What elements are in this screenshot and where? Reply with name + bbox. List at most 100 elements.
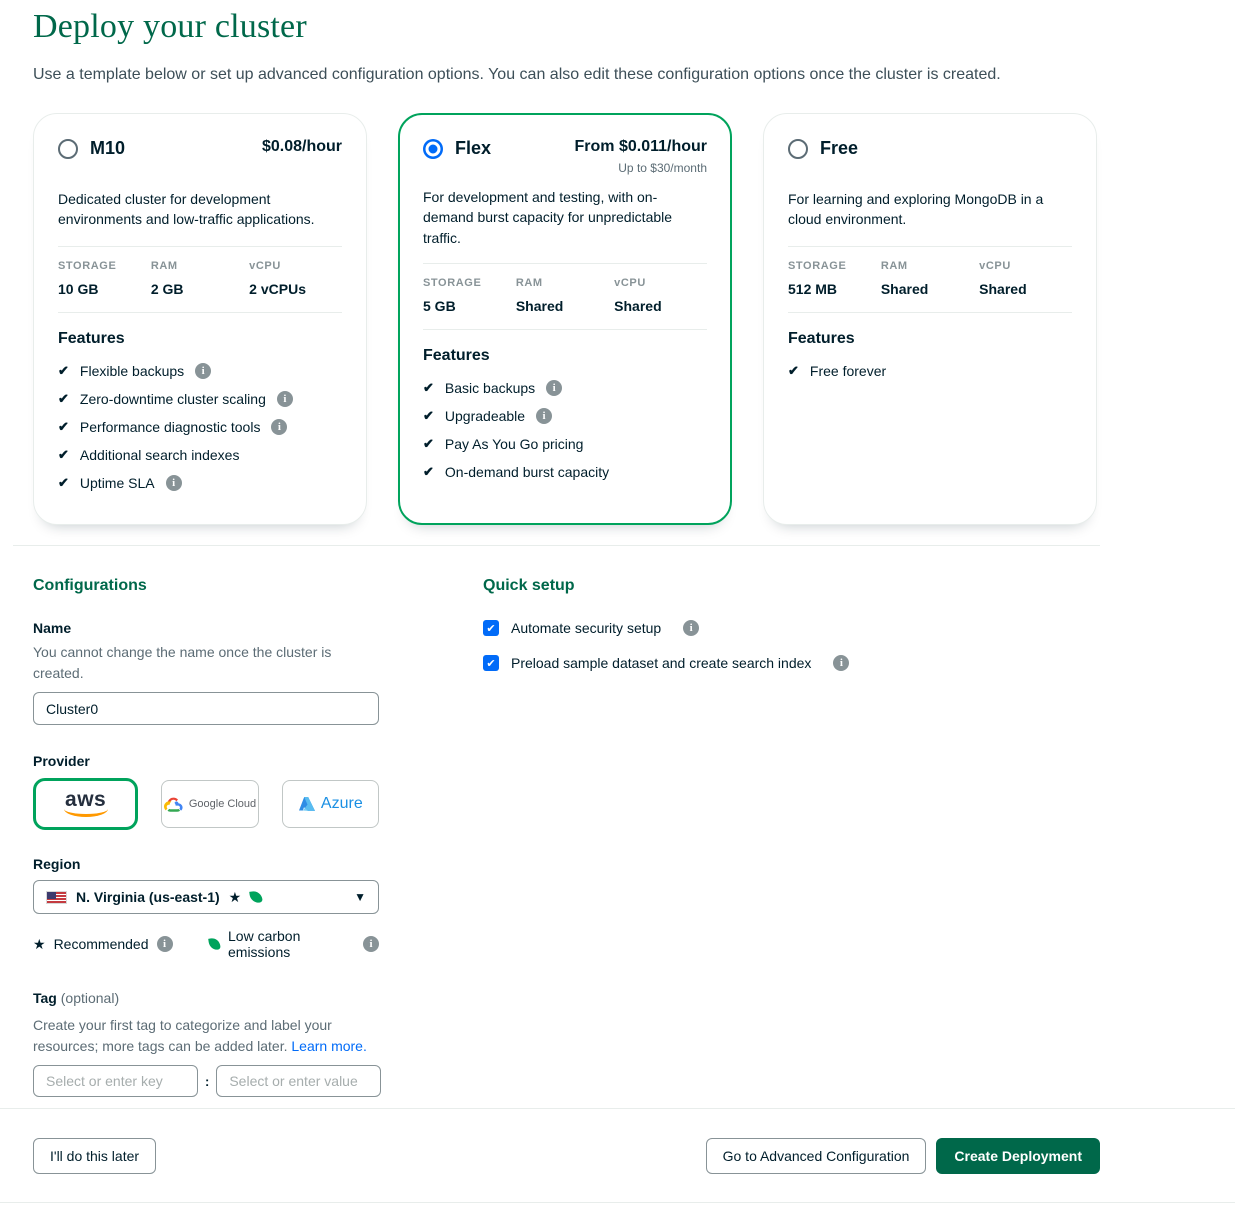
plan-description: For learning and exploring MongoDB in a … — [788, 189, 1072, 231]
info-icon[interactable]: i — [683, 620, 699, 636]
check-icon: ✔ — [58, 447, 69, 463]
provider-button-google-cloud[interactable]: Google Cloud — [161, 780, 258, 828]
feature-item: ✔Zero-downtime cluster scalingi — [58, 391, 342, 407]
feature-item: ✔ On-demand burst capacity — [423, 464, 707, 480]
spec-label: RAM — [516, 277, 614, 289]
us-flag-icon — [46, 891, 67, 904]
tag-help-text: Create your first tag to categorize and … — [33, 1015, 379, 1057]
quick-setup-heading: Quick setup — [483, 577, 849, 595]
tag-key-input[interactable] — [33, 1065, 198, 1097]
info-icon[interactable]: i — [195, 363, 211, 379]
info-icon[interactable]: i — [157, 936, 173, 952]
automate-security-checkbox[interactable]: ✔ — [483, 620, 499, 636]
plan-specs: STORAGE512 MB RAMShared vCPUShared — [788, 260, 1072, 297]
spec-value: Shared — [516, 298, 614, 314]
cluster-name-input[interactable] — [33, 692, 379, 725]
plan-radio-free[interactable] — [788, 139, 808, 159]
aws-swoosh-icon — [64, 809, 108, 817]
preload-sample-dataset-checkbox[interactable]: ✔ — [483, 655, 499, 671]
tag-value-input[interactable] — [216, 1065, 381, 1097]
plan-name: Flex — [455, 138, 491, 159]
create-deployment-button[interactable]: Create Deployment — [936, 1138, 1100, 1174]
divider — [788, 246, 1072, 247]
checkbox-label: Preload sample dataset and create search… — [511, 655, 811, 671]
feature-item: ✔ Basic backups i — [423, 380, 707, 396]
deploy-cluster-page: Deploy your cluster Use a template below… — [33, 0, 1100, 1097]
advanced-configuration-button[interactable]: Go to Advanced Configuration — [706, 1138, 927, 1174]
feature-item: ✔Pay As You Go pricing — [423, 436, 707, 452]
plan-card-m10[interactable]: M10 $0.08/hour Dedicated cluster for dev… — [33, 113, 367, 525]
check-icon: ✔ — [58, 391, 69, 407]
aws-logo-icon: aws — [64, 791, 108, 817]
plan-card-free[interactable]: Free For learning and exploring MongoDB … — [763, 113, 1097, 525]
quick-setup-option: ✔ Preload sample dataset and create sear… — [483, 655, 849, 671]
spec-label: STORAGE — [423, 277, 516, 289]
feature-label: Basic backups — [445, 380, 535, 396]
check-icon: ✔ — [423, 380, 434, 396]
info-icon[interactable]: i — [166, 475, 182, 491]
region-value: N. Virginia (us-east-1) — [76, 889, 220, 905]
plan-price: From $0.011/hour Up to $30/month — [575, 138, 708, 175]
leaf-icon — [249, 890, 263, 904]
feature-label: Free forever — [810, 363, 886, 379]
recommended-label: Recommended — [54, 936, 149, 952]
region-legend: ★ Recommended i Low carbon emissions i — [33, 928, 379, 960]
do-this-later-button[interactable]: I'll do this later — [33, 1138, 156, 1174]
tag-section: Tag (optional) Create your first tag to … — [33, 988, 379, 1097]
spec-value: 2 vCPUs — [249, 281, 342, 297]
feature-label: On-demand burst capacity — [445, 464, 609, 480]
spec-label: STORAGE — [788, 260, 881, 272]
footer-action-bar: I'll do this later Go to Advanced Config… — [0, 1108, 1235, 1203]
learn-more-link[interactable]: Learn more. — [291, 1038, 366, 1054]
plan-specs: STORAGE5 GB RAMShared vCPUShared — [423, 277, 707, 314]
spec-label: vCPU — [979, 260, 1072, 272]
info-icon[interactable]: i — [277, 391, 293, 407]
info-icon[interactable]: i — [536, 408, 552, 424]
divider — [58, 312, 342, 313]
info-icon[interactable]: i — [271, 419, 287, 435]
plan-price: $0.08/hour — [262, 138, 342, 156]
spec-value: Shared — [614, 298, 707, 314]
low-carbon-label: Low carbon emissions — [228, 928, 355, 960]
spec-value: Shared — [881, 281, 979, 297]
feature-item: ✔Flexible backupsi — [58, 363, 342, 379]
plan-radio-m10[interactable] — [58, 139, 78, 159]
spec-value: 2 GB — [151, 281, 249, 297]
features-title: Features — [58, 330, 342, 348]
feature-item: ✔Performance diagnostic toolsi — [58, 419, 342, 435]
plan-card-flex[interactable]: Flex From $0.011/hour Up to $30/month Fo… — [398, 113, 732, 525]
check-icon: ✔ — [423, 436, 434, 452]
azure-label: Azure — [321, 795, 363, 813]
plan-radio-flex[interactable] — [423, 139, 443, 159]
spec-value: 512 MB — [788, 281, 881, 297]
provider-button-aws[interactable]: aws — [33, 778, 138, 830]
info-icon[interactable]: i — [833, 655, 849, 671]
info-icon[interactable]: i — [363, 936, 379, 952]
info-icon[interactable]: i — [546, 380, 562, 396]
tag-optional-label: (optional) — [61, 990, 119, 1006]
feature-item: ✔Uptime SLAi — [58, 475, 342, 491]
features-list: ✔Free forever — [788, 363, 1072, 379]
feature-label: Upgradeable — [445, 408, 525, 424]
plan-description: Dedicated cluster for development enviro… — [58, 189, 342, 231]
features-title: Features — [423, 347, 707, 365]
google-cloud-logo-icon — [164, 797, 183, 812]
feature-item: ✔Additional search indexes — [58, 447, 342, 463]
region-dropdown[interactable]: N. Virginia (us-east-1) ★ ▼ — [33, 880, 379, 914]
configurations-section: Configurations Name You cannot change th… — [33, 577, 379, 1097]
features-list: ✔ Flexible backups i ✔Zero-downtime cluste… — [58, 363, 342, 491]
feature-label: Flexible backups — [80, 363, 184, 379]
provider-button-azure[interactable]: Azure — [282, 780, 379, 828]
star-icon: ★ — [229, 889, 242, 906]
plan-name: M10 — [90, 138, 125, 159]
feature-label: Performance diagnostic tools — [80, 419, 261, 435]
quick-setup-option: ✔ Automate security setup i — [483, 620, 849, 636]
google-cloud-label: Google Cloud — [189, 798, 256, 810]
check-icon: ✔ — [423, 464, 434, 480]
tag-label: Tag — [33, 990, 57, 1006]
divider — [58, 246, 342, 247]
plan-price-sub: Up to $30/month — [575, 161, 708, 175]
spec-value: 5 GB — [423, 298, 516, 314]
spec-label: vCPU — [249, 260, 342, 272]
plan-cards: M10 $0.08/hour Dedicated cluster for dev… — [33, 113, 1100, 525]
